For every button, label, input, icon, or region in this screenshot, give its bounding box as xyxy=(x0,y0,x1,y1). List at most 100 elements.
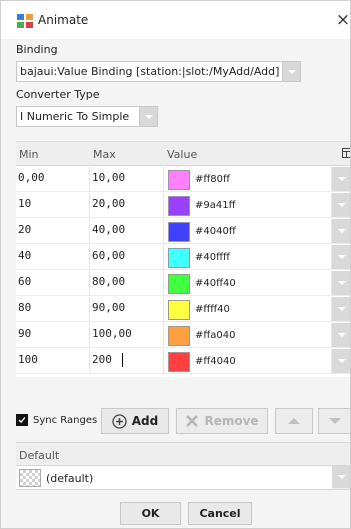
color-value-cell[interactable]: #40ff40 xyxy=(164,271,332,296)
max-cell[interactable]: 10,00 xyxy=(90,167,164,192)
min-value: 0,00 xyxy=(18,171,45,184)
default-header: Default xyxy=(16,442,350,466)
max-value: 40,00 xyxy=(92,223,126,236)
color-value-cell[interactable]: #4040ff xyxy=(164,219,332,244)
color-swatch[interactable] xyxy=(168,274,190,294)
min-cell[interactable]: 90 xyxy=(16,323,90,348)
max-cell[interactable]: 200 xyxy=(90,349,164,374)
animate-dialog: Animate × Binding bajaui:Value Binding [… xyxy=(0,0,351,529)
range-table: Min Max Value 0,00 10,00 #ff80ff 10 20,00 #9a… xyxy=(16,141,351,377)
default-swatch[interactable] xyxy=(19,469,41,487)
max-cell[interactable]: 80,00 xyxy=(90,271,164,296)
table-row[interactable]: 90 100,00 #ffa040 xyxy=(16,323,350,348)
sync-ranges-label: Sync Ranges xyxy=(33,415,98,426)
table-row[interactable]: 20 40,00 #4040ff xyxy=(16,219,350,244)
add-button-label: Add xyxy=(131,414,159,428)
min-cell[interactable]: 10 xyxy=(16,193,90,218)
max-value: 90,00 xyxy=(92,301,126,314)
color-value-cell[interactable]: #9a41ff xyxy=(164,193,332,218)
text-cursor xyxy=(122,353,123,367)
max-cell[interactable]: 20,00 xyxy=(90,193,164,218)
max-cell[interactable]: 40,00 xyxy=(90,219,164,244)
arrow-up-icon xyxy=(288,418,300,424)
close-icon[interactable]: × xyxy=(335,10,350,30)
min-cell[interactable]: 20 xyxy=(16,219,90,244)
chevron-down-icon[interactable] xyxy=(282,62,300,81)
min-cell[interactable]: 60 xyxy=(16,271,90,296)
max-value: 10,00 xyxy=(92,171,126,184)
cancel-button[interactable]: Cancel xyxy=(188,502,252,525)
converter-type-label: Converter Type xyxy=(16,88,100,101)
table-header: Min Max Value xyxy=(16,142,351,166)
add-button[interactable]: Add xyxy=(101,408,169,434)
ok-button[interactable]: OK xyxy=(120,502,181,525)
binding-label: Binding xyxy=(16,43,58,56)
converter-type-value: I Numeric To Simple xyxy=(20,110,130,123)
animate-icon xyxy=(17,14,33,28)
color-swatch[interactable] xyxy=(168,248,190,268)
table-row[interactable]: 60 80,00 #40ff40 xyxy=(16,271,350,296)
x-icon xyxy=(186,415,199,427)
column-header-min[interactable]: Min xyxy=(19,148,39,161)
chevron-down-icon[interactable] xyxy=(332,219,350,244)
remove-button[interactable]: Remove xyxy=(176,408,268,434)
chevron-down-icon[interactable] xyxy=(332,323,350,348)
color-hex: #ffff40 xyxy=(195,304,230,315)
min-cell[interactable]: 0,00 xyxy=(16,167,90,192)
color-hex: #ff4040 xyxy=(195,356,236,367)
max-value: 60,00 xyxy=(92,249,126,262)
color-hex: #40ff40 xyxy=(195,278,236,289)
chevron-down-icon[interactable] xyxy=(332,271,350,296)
sync-ranges-checkbox[interactable] xyxy=(16,414,28,426)
column-header-value[interactable]: Value xyxy=(167,148,197,161)
converter-type-select[interactable]: I Numeric To Simple xyxy=(16,106,158,127)
color-value-cell[interactable]: #ff4040 xyxy=(164,349,332,374)
max-cell[interactable]: 90,00 xyxy=(90,297,164,322)
range-toolbar: Sync Ranges Add Remove xyxy=(16,408,350,434)
min-cell[interactable]: 80 xyxy=(16,297,90,322)
column-chooser-icon[interactable] xyxy=(342,148,351,158)
table-row[interactable]: 80 90,00 #ffff40 xyxy=(16,297,350,322)
move-up-button[interactable] xyxy=(275,408,313,434)
table-row[interactable]: 100 200 #ff4040 xyxy=(16,349,350,374)
chevron-down-icon[interactable] xyxy=(332,193,350,218)
color-value-cell[interactable]: #40ffff xyxy=(164,245,332,270)
color-swatch[interactable] xyxy=(168,326,190,346)
table-row[interactable]: 40 60,00 #40ffff xyxy=(16,245,350,270)
chevron-down-icon[interactable] xyxy=(332,245,350,270)
min-cell[interactable]: 100 xyxy=(16,349,90,374)
color-hex: #4040ff xyxy=(195,226,236,237)
max-cell[interactable]: 60,00 xyxy=(90,245,164,270)
move-down-button[interactable] xyxy=(318,408,350,434)
color-swatch[interactable] xyxy=(168,222,190,242)
color-swatch[interactable] xyxy=(168,352,190,372)
default-value-row[interactable]: (default) xyxy=(16,466,350,490)
min-value: 10 xyxy=(18,197,32,210)
color-value-cell[interactable]: #ffa040 xyxy=(164,323,332,348)
color-swatch[interactable] xyxy=(168,300,190,320)
table-row[interactable]: 0,00 10,00 #ff80ff xyxy=(16,167,350,192)
binding-value: bajaui:Value Binding [station:|slot:/MyA… xyxy=(20,65,280,78)
chevron-down-icon[interactable] xyxy=(332,297,350,322)
column-header-max[interactable]: Max xyxy=(93,148,116,161)
chevron-down-icon[interactable] xyxy=(332,167,350,192)
min-value: 60 xyxy=(18,275,32,288)
remove-button-label: Remove xyxy=(204,414,259,428)
chevron-down-icon[interactable] xyxy=(332,466,350,489)
color-hex: #40ffff xyxy=(195,252,230,263)
color-value-cell[interactable]: #ffff40 xyxy=(164,297,332,322)
binding-select[interactable]: bajaui:Value Binding [station:|slot:/MyA… xyxy=(16,61,301,82)
min-value: 90 xyxy=(18,327,32,340)
table-row[interactable]: 10 20,00 #9a41ff xyxy=(16,193,350,218)
chevron-down-icon[interactable] xyxy=(139,107,157,126)
min-value: 80 xyxy=(18,301,32,314)
max-value: 80,00 xyxy=(92,275,126,288)
color-value-cell[interactable]: #ff80ff xyxy=(164,167,332,192)
plus-circle-icon xyxy=(112,413,127,429)
min-value: 20 xyxy=(18,223,32,236)
min-cell[interactable]: 40 xyxy=(16,245,90,270)
chevron-down-icon[interactable] xyxy=(332,349,350,374)
max-cell[interactable]: 100,00 xyxy=(90,323,164,348)
color-swatch[interactable] xyxy=(168,170,190,190)
color-swatch[interactable] xyxy=(168,196,190,216)
